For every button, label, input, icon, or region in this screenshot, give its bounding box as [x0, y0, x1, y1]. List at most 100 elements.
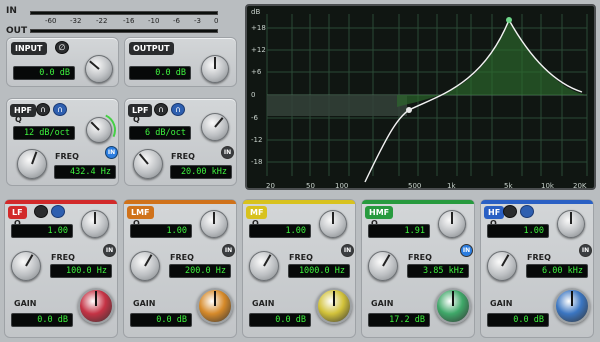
band-freq-label: FREQ	[289, 253, 313, 262]
graph-x-tick: 20	[266, 182, 275, 190]
hpf-panel: HPF ∩ ∩ Q 12 dB/oct FREQ 432.4 Hz IN	[6, 98, 121, 186]
hpf-in-button[interactable]: IN	[105, 146, 118, 159]
band-gain-knob[interactable]	[554, 288, 590, 324]
band-freq-knob[interactable]	[487, 251, 517, 281]
band-gain-knob[interactable]	[435, 288, 471, 324]
hpf-q-label: Q	[15, 115, 22, 124]
band-label: MF	[246, 206, 268, 219]
band-freq-knob[interactable]	[368, 251, 398, 281]
input-gain-knob[interactable]	[85, 55, 113, 83]
hpf-slope-icon[interactable]: ∩	[36, 103, 50, 116]
band-gain-display: 0.0 dB	[487, 313, 549, 327]
band-label: LF	[8, 206, 27, 219]
lpf-freq-display: 20.00 kHz	[170, 165, 232, 179]
band-freq-label: FREQ	[51, 253, 75, 262]
band-shape-icon[interactable]	[520, 205, 534, 218]
hpf-shape-icon[interactable]: ∩	[53, 103, 67, 116]
lpf-freq-label: FREQ	[171, 152, 195, 161]
input-label: INPUT	[11, 42, 47, 55]
band-panel-lf: LFQ1.00FREQ100.0 HzINGAIN0.0 dB	[4, 199, 118, 338]
meter-scale-tick: -6	[173, 17, 180, 25]
band-freq-display: 3.85 kHz	[407, 264, 469, 278]
band-freq-label: FREQ	[527, 253, 551, 262]
band-q-display: 1.00	[130, 224, 192, 238]
band-label: HMF	[365, 206, 394, 219]
output-label: OUTPUT	[129, 42, 174, 55]
band-q-knob[interactable]	[200, 210, 228, 238]
band-gain-knob[interactable]	[78, 288, 114, 324]
hpf-freq-display: 432.4 Hz	[54, 165, 116, 179]
graph-y-tick: +6	[251, 68, 262, 76]
graph-y-tick: -18	[251, 158, 263, 166]
in-meter-label: IN	[6, 6, 17, 16]
band-gain-display: 0.0 dB	[249, 313, 311, 327]
band-in-button[interactable]: IN	[103, 244, 116, 257]
graph-y-unit: dB	[251, 8, 261, 16]
meter-scale-tick: -10	[148, 17, 160, 25]
band-q-knob[interactable]	[81, 210, 109, 238]
input-gain-display: 0.0 dB	[13, 66, 75, 80]
band-freq-display: 100.0 Hz	[50, 264, 112, 278]
band-in-button[interactable]: IN	[579, 244, 592, 257]
eq-curve-svg	[266, 14, 588, 183]
band-freq-knob[interactable]	[130, 251, 160, 281]
band-in-button[interactable]: IN	[222, 244, 235, 257]
graph-y-tick: 0	[251, 91, 256, 99]
band-freq-knob[interactable]	[11, 251, 41, 281]
meter-scale-tick: -16	[123, 17, 135, 25]
lpf-slope-display: 6 dB/oct	[129, 126, 191, 140]
phase-invert-icon[interactable]: ∅	[55, 41, 69, 54]
meter-scale-tick: -22	[96, 17, 108, 25]
output-gain-knob[interactable]	[201, 55, 229, 83]
band-freq-display: 1000.0 Hz	[288, 264, 350, 278]
lpf-slope-knob[interactable]	[201, 113, 229, 141]
band-in-button[interactable]: IN	[341, 244, 354, 257]
band-in-button[interactable]: IN	[460, 244, 473, 257]
band-shape-icon[interactable]	[51, 205, 65, 218]
band-q-display: 1.91	[368, 224, 430, 238]
band-freq-knob[interactable]	[249, 251, 279, 281]
meter-scale-tick: -3	[194, 17, 201, 25]
band-color-strip	[124, 200, 236, 204]
band-label: HF	[484, 206, 505, 219]
band-shelf-icon[interactable]	[503, 205, 517, 218]
output-panel: OUTPUT 0.0 dB	[124, 37, 237, 87]
hpf-slope-display: 12 dB/oct	[13, 126, 75, 140]
band-q-knob[interactable]	[557, 210, 585, 238]
output-gain-display: 0.0 dB	[129, 66, 191, 80]
band-q-display: 1.00	[249, 224, 311, 238]
meter-scale-tick: 0	[214, 17, 219, 25]
band-gain-label: GAIN	[490, 299, 513, 308]
band-gain-display: 17.2 dB	[368, 313, 430, 327]
band-q-knob[interactable]	[438, 210, 466, 238]
out-meter-label: OUT	[6, 26, 28, 36]
hpf-handle	[406, 107, 412, 113]
band-freq-display: 6.00 kHz	[526, 264, 588, 278]
band-color-strip	[362, 200, 474, 204]
band-gain-knob[interactable]	[197, 288, 233, 324]
in-meter-bar	[30, 11, 218, 15]
hpf-freq-knob[interactable]	[17, 149, 47, 179]
graph-x-tick: 500	[408, 182, 422, 190]
band-label: LMF	[127, 206, 154, 219]
band-q-knob[interactable]	[319, 210, 347, 238]
lpf-slope-icon[interactable]: ∩	[154, 103, 168, 116]
band-gain-knob[interactable]	[316, 288, 352, 324]
band-gain-display: 0.0 dB	[11, 313, 73, 327]
band-q-display: 1.00	[11, 224, 73, 238]
band-gain-label: GAIN	[133, 299, 156, 308]
band-panel-mf: MFQ1.00FREQ1000.0 HzINGAIN0.0 dB	[242, 199, 356, 338]
eq-curve-display[interactable]: dB +18 +12 +6 0 -6 -12 -18 20 50 100 500…	[245, 4, 596, 190]
band-shelf-icon[interactable]	[34, 205, 48, 218]
lpf-in-button[interactable]: IN	[221, 146, 234, 159]
lpf-freq-knob[interactable]	[133, 149, 163, 179]
lpf-panel: LPF ∩ ∩ Q 6 dB/oct FREQ 20.00 kHz IN	[124, 98, 237, 186]
band-gain-label: GAIN	[371, 299, 394, 308]
band-freq-label: FREQ	[170, 253, 194, 262]
hpf-slope-knob[interactable]	[86, 117, 112, 143]
meter-scale-tick: -32	[70, 17, 82, 25]
graph-y-tick: -12	[251, 136, 263, 144]
band-freq-display: 200.0 Hz	[169, 264, 231, 278]
graph-y-tick: -6	[251, 114, 258, 122]
lpf-shape-icon[interactable]: ∩	[171, 103, 185, 116]
